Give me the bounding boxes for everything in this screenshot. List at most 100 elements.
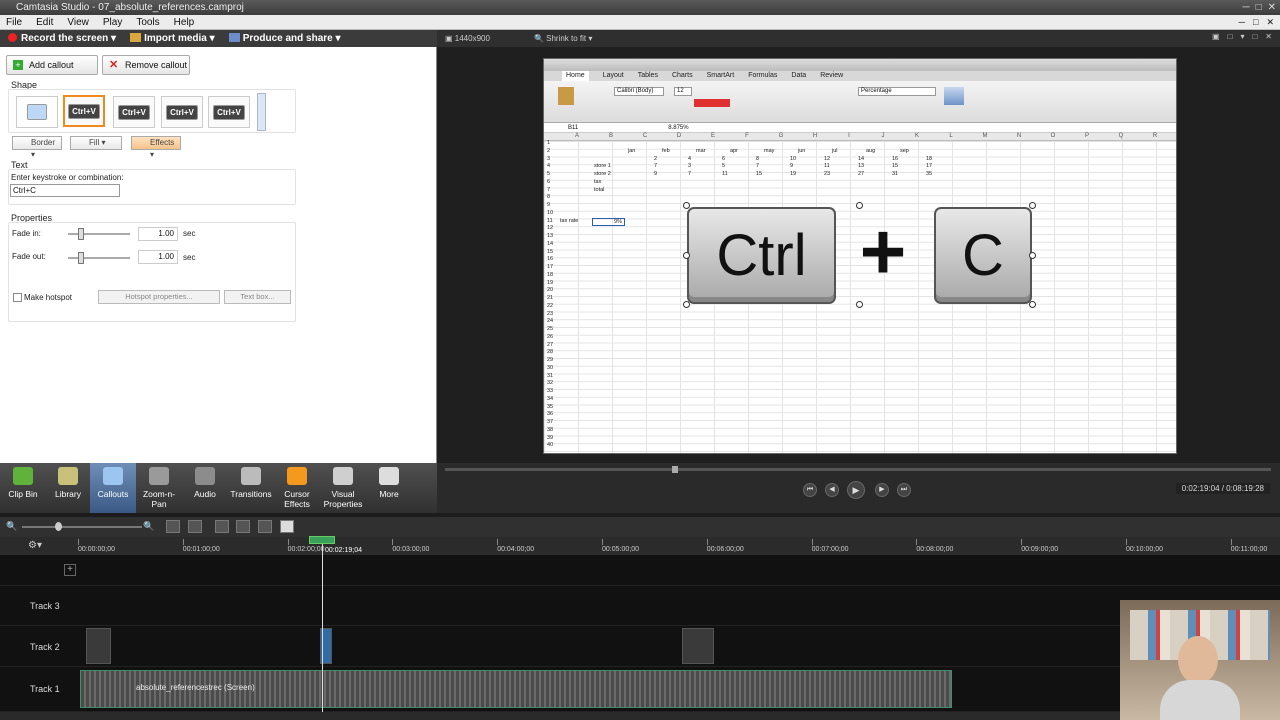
resize-handle-br[interactable] xyxy=(1029,301,1036,308)
zoom-dropdown[interactable]: 🔍 Shrink to fit ▾ xyxy=(534,34,592,43)
minimize-icon[interactable]: ─ xyxy=(1242,0,1249,15)
play-button[interactable]: ▶ xyxy=(847,481,865,499)
import-media-button[interactable]: Import media ▾ xyxy=(130,33,215,44)
text-box-button[interactable]: Text box... xyxy=(224,290,291,304)
preview-menu-icon[interactable]: ▾ xyxy=(1240,32,1244,41)
cursor-shape-icon xyxy=(27,104,47,120)
timeline-zoom-slider[interactable] xyxy=(22,526,142,528)
preview-scrubber[interactable] xyxy=(445,468,1271,471)
preview-close-icon[interactable]: ✕ xyxy=(1265,32,1272,41)
maximize-icon[interactable]: □ xyxy=(1256,0,1262,15)
callout-key-ctrl[interactable]: Ctrl xyxy=(687,207,836,304)
menu-view[interactable]: View xyxy=(67,15,89,29)
preview-max-icon[interactable]: □ xyxy=(1252,32,1257,41)
shape-option-cursor[interactable] xyxy=(16,96,58,128)
copy-icon[interactable] xyxy=(258,520,272,533)
webcam-person-face xyxy=(1178,636,1218,684)
task-library[interactable]: Library xyxy=(46,463,90,513)
fast-forward-button[interactable]: ▶ xyxy=(875,483,889,497)
redo-icon[interactable] xyxy=(188,520,202,533)
resize-handle-ml[interactable] xyxy=(683,252,690,259)
timeline-tick-mark xyxy=(602,539,603,545)
window-close-icon[interactable]: ✕ xyxy=(1266,15,1274,30)
timeline-hscrollbar[interactable] xyxy=(0,712,1280,720)
playhead-line[interactable] xyxy=(322,541,323,712)
window-min-icon[interactable]: ─ xyxy=(1239,15,1245,30)
detach-icon[interactable]: ▣ xyxy=(1212,32,1220,41)
menu-help[interactable]: Help xyxy=(174,15,195,29)
task-more[interactable]: More xyxy=(366,463,412,513)
menu-tools[interactable]: Tools xyxy=(136,15,159,29)
fullscreen-icon[interactable]: □ xyxy=(1228,32,1233,41)
add-track-button[interactable]: + xyxy=(64,564,76,576)
excel-data-cell: 11 xyxy=(824,163,830,170)
callout-clip[interactable] xyxy=(682,628,714,664)
rewind-button[interactable]: ◀ xyxy=(825,483,839,497)
scrubber-thumb[interactable] xyxy=(672,466,678,473)
task-callouts[interactable]: Callouts xyxy=(90,463,136,513)
track-3[interactable]: Track 3 xyxy=(0,586,1280,626)
hotspot-properties-button[interactable]: Hotspot properties... xyxy=(98,290,220,304)
playhead-handle[interactable] xyxy=(309,536,335,544)
zoom-in-icon[interactable]: 🔍 xyxy=(143,521,154,532)
split-icon[interactable] xyxy=(236,520,250,533)
go-to-start-button[interactable]: ⏮ xyxy=(803,483,817,497)
fade-in-slider[interactable] xyxy=(68,228,130,240)
fade-in-value[interactable]: 1.00 xyxy=(138,227,178,241)
track-1[interactable]: Track 1 absolute_referencestrec (Screen) xyxy=(0,667,1280,712)
timeline-ruler[interactable]: ⚙▾ 00:00:00;00 00:01:00;00 00:02:00;00 00:0… xyxy=(0,537,1280,556)
timeline-settings-icon[interactable]: ⚙▾ xyxy=(28,540,42,551)
task-visual-properties[interactable]: Visual Properties xyxy=(320,463,366,513)
menu-file[interactable]: File xyxy=(6,15,22,29)
shape-option-keystroke-3[interactable]: Ctrl+V xyxy=(161,96,203,128)
effects-dropdown[interactable]: Effects ▾ xyxy=(131,136,181,159)
timeline-tick-mark xyxy=(78,539,79,545)
timeline-zoom-thumb[interactable] xyxy=(55,522,62,531)
menu-edit[interactable]: Edit xyxy=(36,15,53,29)
resize-handle-tl[interactable] xyxy=(683,202,690,209)
keystroke-input[interactable]: Ctrl+C xyxy=(10,184,120,197)
remove-callout-button[interactable]: ✕ Remove callout xyxy=(102,55,190,75)
timeline-tick-mark xyxy=(1230,539,1232,545)
resize-handle-tc[interactable] xyxy=(856,202,863,209)
fade-out-thumb[interactable] xyxy=(78,252,84,264)
cut-icon[interactable] xyxy=(215,520,229,533)
resize-handle-bc[interactable] xyxy=(856,301,863,308)
shape-option-keystroke-1[interactable]: Ctrl+V xyxy=(63,95,105,127)
resize-handle-mr[interactable] xyxy=(1029,252,1036,259)
record-screen-button[interactable]: Record the screen ▾ xyxy=(8,33,116,44)
shape-scrollbar[interactable] xyxy=(257,93,266,131)
excel-number-format: Percentage xyxy=(858,87,936,96)
paste-icon[interactable] xyxy=(280,520,294,533)
zoom-out-icon[interactable]: 🔍 xyxy=(6,521,17,532)
add-callout-button[interactable]: + Add callout xyxy=(6,55,98,75)
border-dropdown[interactable]: Border ▾ xyxy=(12,136,62,159)
fade-out-slider[interactable] xyxy=(68,252,130,264)
window-restore-icon[interactable]: □ xyxy=(1253,15,1258,30)
fade-in-thumb[interactable] xyxy=(78,228,84,240)
close-icon[interactable]: ✕ xyxy=(1268,0,1276,15)
produce-share-button[interactable]: Produce and share ▾ xyxy=(228,33,341,44)
shape-option-keystroke-4[interactable]: Ctrl+V xyxy=(208,96,250,128)
shape-option-keystroke-2[interactable]: Ctrl+V xyxy=(113,96,155,128)
task-clip-bin[interactable]: Clip Bin xyxy=(0,463,46,513)
resize-handle-tr[interactable] xyxy=(1029,202,1036,209)
timeline-tick-label: 00:01:00;00 xyxy=(182,546,220,553)
menu-play[interactable]: Play xyxy=(103,15,122,29)
resolution-dropdown[interactable]: ▣ 1440x900 xyxy=(445,34,490,43)
callout-key-c[interactable]: C xyxy=(934,207,1032,304)
task-zoom-n-pan[interactable]: Zoom-n-Pan xyxy=(136,463,182,513)
hotspot-checkbox[interactable] xyxy=(13,293,22,302)
task-transitions[interactable]: Transitions xyxy=(228,463,274,513)
resize-handle-bl[interactable] xyxy=(683,301,690,308)
fade-out-value[interactable]: 1.00 xyxy=(138,250,178,264)
task-cursor-effects[interactable]: Cursor Effects xyxy=(274,463,320,513)
fill-dropdown[interactable]: Fill ▾ xyxy=(70,136,122,150)
undo-icon[interactable] xyxy=(166,520,180,533)
callout-clip[interactable] xyxy=(86,628,111,664)
fade-out-unit: sec xyxy=(183,253,196,262)
track-2[interactable]: Track 2 xyxy=(0,626,1280,667)
task-audio[interactable]: Audio xyxy=(182,463,228,513)
screen-recording-clip[interactable]: absolute_referencestrec (Screen) xyxy=(80,670,952,708)
go-to-end-button[interactable]: ⏭ xyxy=(897,483,911,497)
